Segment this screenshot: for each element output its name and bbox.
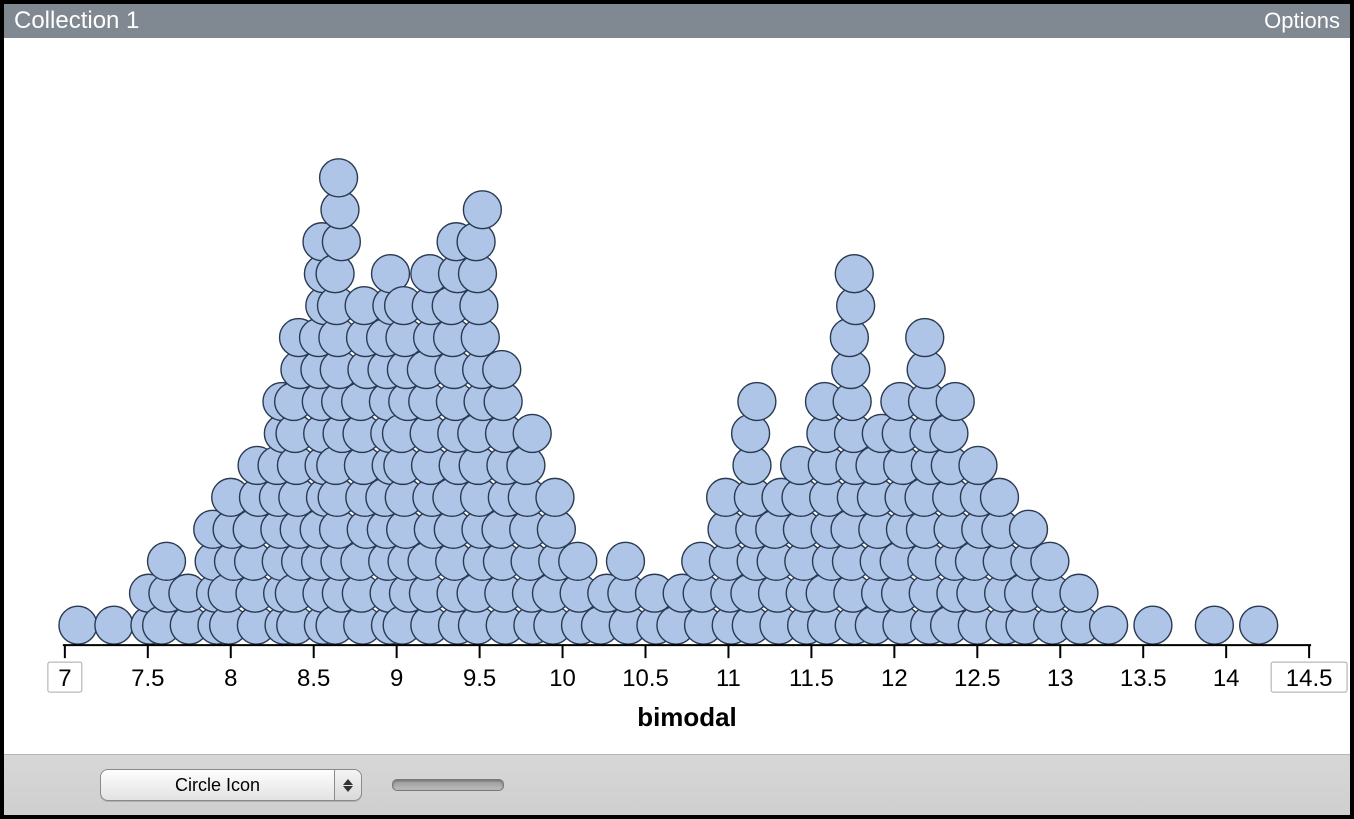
x-tick-label: 13	[1047, 665, 1074, 692]
data-dot[interactable]	[316, 255, 354, 293]
data-dot[interactable]	[95, 606, 133, 644]
data-dot[interactable]	[536, 478, 574, 516]
window-title: Collection 1	[14, 7, 139, 35]
data-dot[interactable]	[1031, 542, 1069, 580]
data-dot[interactable]	[980, 478, 1018, 516]
footer-bar: Circle Icon	[4, 754, 1350, 815]
data-dot[interactable]	[1195, 606, 1233, 644]
data-dot[interactable]	[1010, 510, 1048, 548]
dotplot-chart: 7 7.5 8 8.5 9 9.5 10 10.5 11 11.5 12 12.5 13 13.5 14 14…	[4, 38, 1350, 754]
x-tick-label: 9	[390, 665, 403, 692]
data-dot[interactable]	[507, 446, 545, 484]
data-dot[interactable]	[148, 542, 186, 580]
x-tick-label: 14	[1213, 665, 1240, 692]
data-dot[interactable]	[930, 414, 968, 452]
x-tick-label: 11.5	[789, 665, 834, 692]
titlebar: Collection 1 Options	[4, 4, 1350, 38]
x-tick-label: 7.5	[131, 665, 164, 692]
dropdown-caret-icon	[334, 770, 361, 800]
data-dot[interactable]	[835, 255, 873, 293]
data-dot[interactable]	[906, 319, 944, 357]
data-dot[interactable]	[463, 191, 501, 229]
x-tick-label: 10.5	[622, 665, 669, 692]
data-dot[interactable]	[1134, 606, 1172, 644]
x-tick-label: 12.5	[954, 665, 1001, 692]
data-dot[interactable]	[483, 351, 521, 389]
icon-type-dropdown[interactable]: Circle Icon	[100, 769, 362, 801]
app-window: Collection 1 Options 7 7.5 8 8.5 9 9.5 10 10.5 1…	[0, 0, 1354, 819]
data-dot[interactable]	[1090, 606, 1128, 644]
plot-area[interactable]: 7 7.5 8 8.5 9 9.5 10 10.5 11 11.5 12 12.5 13 13.5 14 14…	[4, 38, 1350, 754]
x-tick-label: 12	[881, 665, 908, 692]
x-tick-label: 7	[58, 665, 71, 692]
dropdown-label: Circle Icon	[101, 775, 334, 796]
data-dot[interactable]	[559, 542, 597, 580]
x-tick-label: 8	[224, 665, 237, 692]
data-dot[interactable]	[513, 414, 551, 452]
data-dot[interactable]	[738, 383, 776, 421]
data-dot[interactable]	[959, 446, 997, 484]
size-slider[interactable]	[392, 779, 504, 791]
data-dot[interactable]	[59, 606, 97, 644]
x-tick-label: 13.5	[1120, 665, 1167, 692]
x-tick-label: 11	[716, 665, 741, 692]
x-tick-label: 10	[549, 665, 576, 692]
data-dot[interactable]	[606, 542, 644, 580]
data-dot[interactable]	[830, 319, 868, 357]
options-menu[interactable]: Options	[1264, 8, 1340, 34]
x-axis-title: bimodal	[637, 702, 737, 732]
data-dot[interactable]	[320, 159, 358, 197]
data-dot[interactable]	[1060, 574, 1098, 612]
data-dot[interactable]	[936, 383, 974, 421]
data-dot[interactable]	[457, 223, 495, 261]
data-dot[interactable]	[1240, 606, 1278, 644]
x-tick-label: 9.5	[463, 665, 496, 692]
data-dot[interactable]	[732, 414, 770, 452]
x-tick-label: 14.5	[1286, 665, 1333, 692]
x-tick-label: 8.5	[297, 665, 330, 692]
